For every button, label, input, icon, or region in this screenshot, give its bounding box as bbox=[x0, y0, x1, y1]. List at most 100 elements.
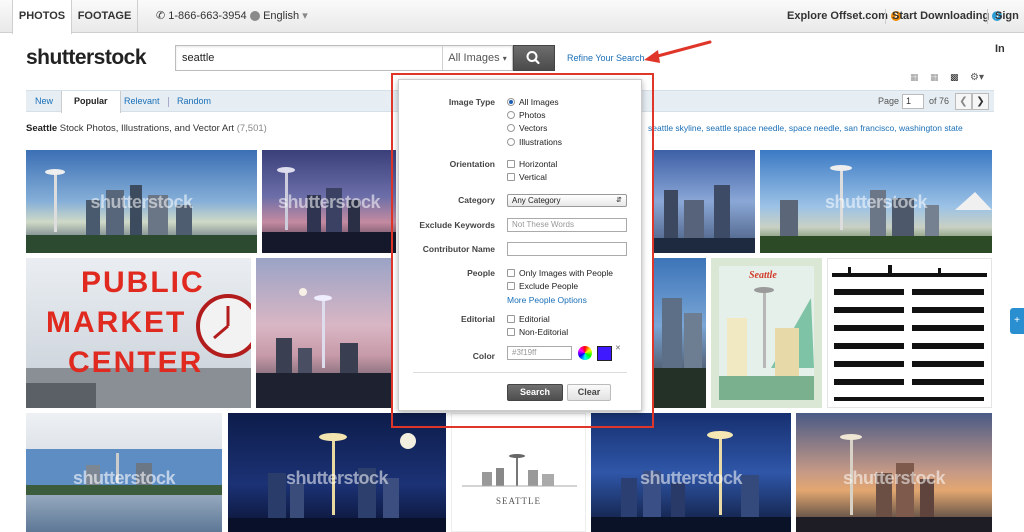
phone-icon: ✆ bbox=[156, 10, 166, 22]
color-label: Color bbox=[472, 351, 495, 361]
skyline-image bbox=[654, 185, 755, 253]
tab-footage[interactable]: FOOTAGE bbox=[72, 0, 138, 33]
sign-in-link[interactable]: Sign In bbox=[995, 0, 1024, 55]
radio-icon bbox=[507, 137, 515, 146]
divider bbox=[413, 372, 627, 373]
skyline-image bbox=[654, 298, 706, 408]
page-input[interactable]: 1 bbox=[902, 94, 924, 109]
orientation-label: Orientation bbox=[449, 159, 495, 169]
image-tile[interactable]: PUBLIC MARKET CENTER bbox=[26, 258, 251, 408]
image-tile[interactable]: shutterstock bbox=[262, 150, 396, 253]
radio-vectors[interactable]: Vectors bbox=[507, 123, 547, 133]
image-tile[interactable] bbox=[654, 258, 706, 408]
refine-search-link[interactable]: Refine Your Search bbox=[567, 53, 645, 63]
poster-title: Seattle bbox=[749, 270, 777, 281]
skyline-silhouettes-image bbox=[832, 265, 987, 401]
language-selector[interactable]: English ▾ bbox=[250, 0, 308, 33]
radio-all-images[interactable]: All Images bbox=[507, 97, 559, 107]
contributor-label: Contributor Name bbox=[422, 244, 495, 254]
phone-number: ✆ 1-866-663-3954 bbox=[156, 10, 247, 22]
market-sign-line: MARKET bbox=[46, 306, 187, 339]
image-tile[interactable]: shutterstock bbox=[228, 413, 446, 532]
watermark: shutterstock bbox=[72, 468, 176, 488]
large-grid-icon[interactable]: ▩ bbox=[950, 72, 959, 83]
color-swatch[interactable] bbox=[597, 346, 612, 361]
market-sign-line: CENTER bbox=[68, 346, 204, 379]
tab-popular[interactable]: Popular bbox=[61, 91, 121, 113]
prev-page-button[interactable]: ❮ bbox=[955, 93, 972, 110]
related-link[interactable]: space needle, bbox=[789, 123, 842, 133]
watermark: shutterstock bbox=[285, 468, 389, 488]
image-tile[interactable]: shutterstock bbox=[26, 150, 257, 253]
chevron-down-icon: ▾ bbox=[502, 54, 507, 63]
refine-search-panel: Image Type All Images Photos Vectors Ill… bbox=[398, 79, 642, 411]
image-tile[interactable]: shutterstock bbox=[591, 413, 791, 532]
image-tile[interactable] bbox=[654, 150, 755, 253]
related-link[interactable]: san francisco, bbox=[844, 123, 896, 133]
exclude-keywords-input[interactable]: Not These Words bbox=[507, 218, 627, 232]
search-box: All Images ▾ bbox=[175, 45, 513, 71]
page-label: Page bbox=[878, 96, 900, 106]
image-tile[interactable] bbox=[256, 258, 391, 408]
image-tile[interactable]: SEATTLE bbox=[451, 413, 586, 532]
image-tile[interactable]: Seattle bbox=[711, 258, 822, 408]
checkbox-icon bbox=[507, 314, 515, 323]
tab-new[interactable]: New bbox=[35, 91, 53, 112]
checkbox-editorial[interactable]: Editorial bbox=[507, 314, 550, 324]
watermark: shutterstock bbox=[842, 468, 946, 488]
more-people-options-link[interactable]: More People Options bbox=[507, 295, 587, 305]
image-type-dropdown[interactable]: All Images ▾ bbox=[442, 46, 512, 70]
tab-random[interactable]: Random bbox=[177, 91, 211, 112]
radio-illustrations[interactable]: Illustrations bbox=[507, 137, 562, 147]
divider bbox=[987, 9, 988, 24]
start-downloading-link[interactable]: Start Downloading ❯ bbox=[892, 0, 1003, 33]
gear-icon[interactable]: ⚙▾ bbox=[970, 72, 984, 83]
image-tile[interactable]: shutterstock bbox=[26, 413, 222, 532]
related-link[interactable]: seattle space needle, bbox=[706, 123, 786, 133]
vector-title: SEATTLE bbox=[496, 496, 541, 506]
watermark: shutterstock bbox=[639, 468, 743, 488]
image-tile[interactable] bbox=[827, 258, 992, 408]
checkbox-vertical[interactable]: Vertical bbox=[507, 172, 547, 182]
color-wheel-icon[interactable] bbox=[578, 346, 592, 360]
skyline-image bbox=[256, 288, 391, 408]
checkbox-only-people[interactable]: Only Images with People bbox=[507, 268, 613, 278]
medium-grid-icon[interactable]: ▦ bbox=[930, 72, 939, 83]
checkbox-icon bbox=[507, 268, 515, 277]
market-sign-line: PUBLIC bbox=[81, 266, 205, 299]
explore-offset-link[interactable]: Explore Offset.com ❯ bbox=[787, 0, 901, 33]
watermark: shutterstock bbox=[90, 192, 193, 212]
chevron-down-icon: ▾ bbox=[302, 10, 308, 22]
color-input[interactable]: #3f19ff bbox=[507, 346, 572, 360]
checkbox-non-editorial[interactable]: Non-Editorial bbox=[507, 327, 568, 337]
clear-button[interactable]: Clear bbox=[567, 384, 611, 401]
checkbox-exclude-people[interactable]: Exclude People bbox=[507, 281, 578, 291]
related-link[interactable]: washington state bbox=[899, 123, 963, 133]
divider bbox=[168, 97, 169, 107]
page-total: of 76 bbox=[929, 96, 950, 106]
radio-photos[interactable]: Photos bbox=[507, 110, 545, 120]
watermark: shutterstock bbox=[277, 192, 381, 212]
results-heading: Seattle Stock Photos, Illustrations, and… bbox=[26, 123, 267, 134]
contributor-input[interactable] bbox=[507, 242, 627, 256]
tab-photos[interactable]: PHOTOS bbox=[12, 0, 72, 34]
divider bbox=[885, 9, 886, 24]
checkbox-horizontal[interactable]: Horizontal bbox=[507, 159, 557, 169]
category-select[interactable]: Any Category ⇵ bbox=[507, 194, 627, 207]
globe-icon bbox=[250, 11, 260, 22]
related-link[interactable]: seattle skyline, bbox=[648, 123, 704, 133]
logo[interactable]: shutterstock bbox=[26, 46, 147, 70]
clear-color-icon[interactable]: ✕ bbox=[615, 344, 621, 352]
feedback-tab[interactable]: + bbox=[1010, 308, 1024, 334]
search-input[interactable] bbox=[176, 46, 436, 70]
checkbox-icon bbox=[507, 159, 515, 168]
tab-relevant[interactable]: Relevant bbox=[124, 91, 160, 112]
search-button[interactable] bbox=[513, 45, 555, 71]
small-grid-icon[interactable]: ▦ bbox=[910, 72, 919, 83]
refine-search-button[interactable]: Search bbox=[507, 384, 563, 401]
image-tile[interactable]: shutterstock bbox=[796, 413, 992, 532]
top-bar: PHOTOS FOOTAGE ✆ 1-866-663-3954 English … bbox=[0, 0, 1024, 55]
image-tile[interactable]: shutterstock bbox=[760, 150, 992, 253]
radio-selected-icon bbox=[507, 97, 515, 106]
next-page-button[interactable]: ❯ bbox=[972, 93, 989, 110]
